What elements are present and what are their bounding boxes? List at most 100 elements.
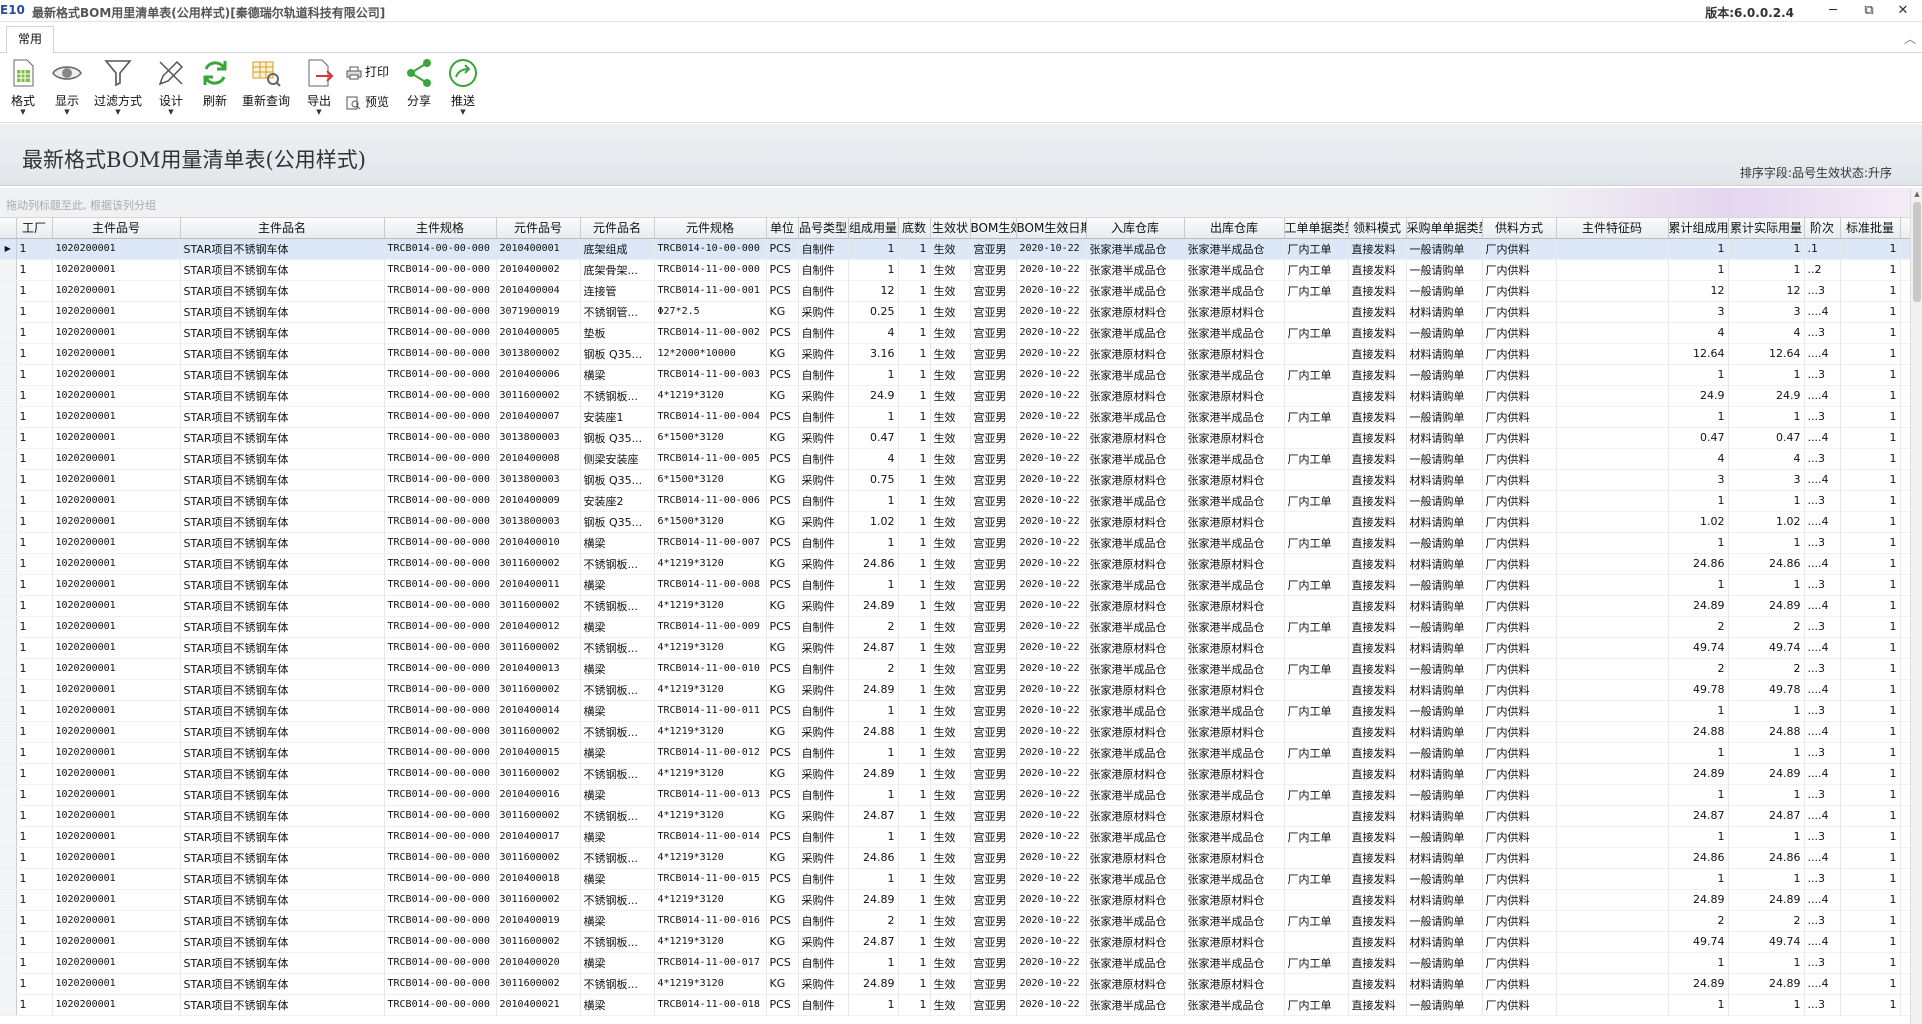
table-cell[interactable]: 24.89: [848, 595, 899, 617]
table-cell[interactable]: TRCB014-00-00-000: [384, 763, 497, 785]
table-cell[interactable]: 1.02: [1668, 511, 1729, 533]
table-cell[interactable]: 宫亚男: [970, 973, 1017, 995]
table-cell[interactable]: [1556, 721, 1669, 743]
table-cell[interactable]: 6*1500*3120: [654, 511, 767, 533]
table-cell[interactable]: 2010400008: [496, 448, 581, 470]
table-cell[interactable]: TRCB014-00-00-000: [384, 868, 497, 890]
table-cell[interactable]: 张家港半成品仓: [1184, 448, 1285, 470]
table-cell[interactable]: [1284, 847, 1349, 869]
table-row[interactable]: 1 1020200001 STAR项目不锈钢车体 TRCB014-00-00-000 2…: [0, 910, 1910, 932]
table-cell[interactable]: 2010400012: [496, 616, 581, 638]
table-cell[interactable]: 2010400017: [496, 826, 581, 848]
table-cell[interactable]: 宫亚男: [970, 259, 1017, 281]
table-cell[interactable]: 1020200001: [52, 847, 181, 869]
table-cell[interactable]: 1: [898, 259, 931, 281]
table-cell[interactable]: 横梁: [580, 868, 655, 890]
push-button[interactable]: 推送 ▼: [446, 57, 480, 116]
table-cell[interactable]: 1: [16, 994, 53, 1016]
table-cell[interactable]: [1900, 784, 1910, 806]
table-cell[interactable]: 横梁: [580, 658, 655, 680]
table-cell[interactable]: 厂内工单: [1284, 490, 1349, 512]
column-header[interactable]: 供料方式: [1482, 218, 1557, 239]
table-cell[interactable]: 张家港原材料仓: [1184, 847, 1285, 869]
row-indicator[interactable]: [0, 364, 17, 386]
table-cell[interactable]: 1: [1840, 658, 1901, 680]
table-cell[interactable]: 厂内供料: [1482, 700, 1557, 722]
table-cell[interactable]: KG: [766, 973, 799, 995]
table-cell[interactable]: 采购件: [798, 301, 849, 323]
table-cell[interactable]: [1556, 868, 1669, 890]
table-cell[interactable]: 生效: [930, 994, 971, 1016]
table-cell[interactable]: 1: [898, 385, 931, 407]
table-cell[interactable]: 1: [898, 994, 931, 1016]
table-cell[interactable]: 1: [1840, 805, 1901, 827]
table-cell[interactable]: 直接发料: [1348, 973, 1407, 995]
table-cell[interactable]: 张家港原材料仓: [1086, 721, 1185, 743]
table-cell[interactable]: TRCB014-00-00-000: [384, 679, 497, 701]
row-indicator[interactable]: [0, 889, 17, 911]
table-cell[interactable]: TRCB014-00-00-000: [384, 574, 497, 596]
table-cell[interactable]: 1: [1840, 973, 1901, 995]
table-cell[interactable]: 直接发料: [1348, 994, 1407, 1016]
table-cell[interactable]: 张家港半成品仓: [1184, 742, 1285, 764]
table-cell[interactable]: 张家港原材料仓: [1086, 637, 1185, 659]
table-cell[interactable]: 厂内供料: [1482, 448, 1557, 470]
table-cell[interactable]: 直接发料: [1348, 364, 1407, 386]
table-cell[interactable]: KG: [766, 931, 799, 953]
table-cell[interactable]: 1: [898, 238, 931, 260]
table-cell[interactable]: STAR项目不锈钢车体: [180, 469, 385, 491]
table-cell[interactable]: [1556, 700, 1669, 722]
table-cell[interactable]: 3: [1728, 301, 1805, 323]
table-cell[interactable]: 不锈钢板...: [580, 889, 655, 911]
table-cell[interactable]: ....4: [1804, 805, 1841, 827]
table-cell[interactable]: 1: [1840, 826, 1901, 848]
table-cell[interactable]: 自制件: [798, 784, 849, 806]
table-cell[interactable]: [1284, 637, 1349, 659]
table-row[interactable]: 1 1020200001 STAR项目不锈钢车体 TRCB014-00-00-000 3…: [0, 469, 1910, 491]
table-cell[interactable]: 1: [1728, 784, 1805, 806]
table-cell[interactable]: ....4: [1804, 343, 1841, 365]
table-cell[interactable]: 1: [16, 511, 53, 533]
table-cell[interactable]: 1: [16, 763, 53, 785]
table-cell[interactable]: 2020-10-22: [1016, 343, 1087, 365]
table-cell[interactable]: 直接发料: [1348, 952, 1407, 974]
table-cell[interactable]: 张家港原材料仓: [1086, 679, 1185, 701]
table-cell[interactable]: 1: [16, 700, 53, 722]
table-cell[interactable]: 宫亚男: [970, 721, 1017, 743]
table-cell[interactable]: 1: [16, 910, 53, 932]
table-cell[interactable]: 49.78: [1728, 679, 1805, 701]
table-cell[interactable]: 24.89: [848, 889, 899, 911]
table-cell[interactable]: TRCB014-00-00-000: [384, 322, 497, 344]
table-cell[interactable]: 2020-10-22: [1016, 406, 1087, 428]
table-cell[interactable]: STAR项目不锈钢车体: [180, 931, 385, 953]
table-cell[interactable]: 张家港半成品仓: [1184, 364, 1285, 386]
table-cell[interactable]: ...3: [1804, 700, 1841, 722]
table-cell[interactable]: 1020200001: [52, 532, 181, 554]
table-cell[interactable]: TRCB014-11-00-010: [654, 658, 767, 680]
table-cell[interactable]: [1900, 868, 1910, 890]
table-cell[interactable]: 4: [1668, 448, 1729, 470]
table-cell[interactable]: 1: [1728, 259, 1805, 281]
row-indicator[interactable]: [0, 826, 17, 848]
table-cell[interactable]: 张家港半成品仓: [1086, 826, 1185, 848]
row-indicator[interactable]: [0, 952, 17, 974]
table-cell[interactable]: 张家港原材料仓: [1184, 301, 1285, 323]
table-cell[interactable]: 1: [898, 427, 931, 449]
table-cell[interactable]: TRCB014-00-00-000: [384, 364, 497, 386]
table-cell[interactable]: TRCB014-00-00-000: [384, 847, 497, 869]
table-cell[interactable]: 2020-10-22: [1016, 994, 1087, 1016]
row-indicator[interactable]: [0, 700, 17, 722]
table-cell[interactable]: 2: [848, 616, 899, 638]
table-cell[interactable]: 4*1219*3120: [654, 889, 767, 911]
table-row[interactable]: 1 1020200001 STAR项目不锈钢车体 TRCB014-00-00-000 3…: [0, 679, 1910, 701]
table-cell[interactable]: 12.64: [1668, 343, 1729, 365]
table-cell[interactable]: 直接发料: [1348, 427, 1407, 449]
table-cell[interactable]: 材料请购单: [1406, 385, 1483, 407]
table-cell[interactable]: 1: [1840, 343, 1901, 365]
table-cell[interactable]: 1: [1668, 742, 1729, 764]
table-cell[interactable]: 直接发料: [1348, 868, 1407, 890]
table-cell[interactable]: 1020200001: [52, 301, 181, 323]
table-cell[interactable]: 一般请购单: [1406, 952, 1483, 974]
table-cell[interactable]: TRCB014-00-00-000: [384, 784, 497, 806]
table-cell[interactable]: 1: [1840, 532, 1901, 554]
